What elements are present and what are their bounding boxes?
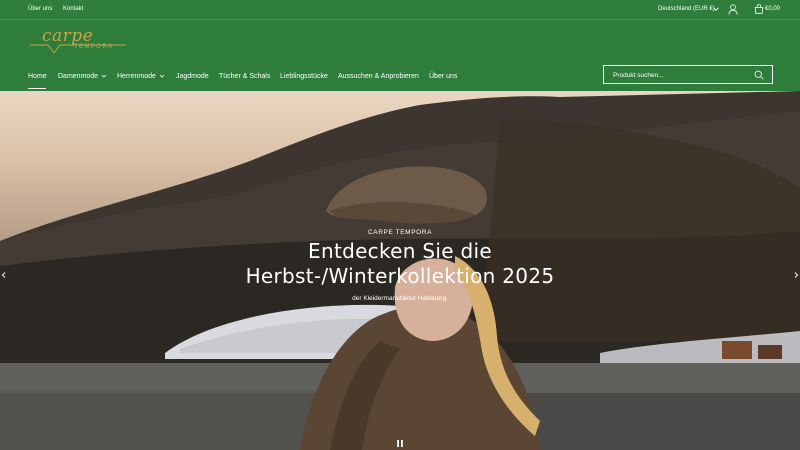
hero-slideshow: CARPE TEMPORA Entdecken Sie die Herbst-/… [0,91,800,450]
nav-lieblingsstuecke[interactable]: Lieblingsstücke [280,73,328,80]
nav-ueber-uns[interactable]: Über uns [429,73,457,80]
search-icon[interactable] [754,70,764,80]
nav-tuecher-schals[interactable]: Tücher & Schals [219,73,270,80]
hero-eyebrow: CARPE TEMPORA [367,229,433,236]
nav-herrenmode-label: Herrenmode [117,73,156,80]
hero-title-line1: Entdecken Sie die [308,239,492,263]
user-icon[interactable] [728,4,738,15]
cart-total: €0,00 [765,6,781,12]
topbar-link-contact[interactable]: Kontakt [63,6,83,12]
nav-home-label: Home [28,73,47,80]
chevron-down-icon[interactable] [712,5,720,13]
hero-title-line2: Herbst-/Winterkollektion 2025 [245,264,555,288]
chevron-down-icon [159,74,165,78]
cart-icon[interactable] [754,4,764,14]
arrow-right-icon[interactable] [792,271,800,279]
nav-jagdmode[interactable]: Jagdmode [176,73,209,80]
topbar-link-about[interactable]: Über uns [28,6,52,12]
arrow-left-icon[interactable] [0,271,8,279]
nav-aussuchen-anprobieren[interactable]: Aussuchen & Anprobieren [338,73,419,80]
logo-subtitle: TEMPORA [74,44,114,50]
nav-herrenmode[interactable]: Herrenmode [117,73,165,80]
nav-home[interactable]: Home [28,73,47,80]
hero-subtitle: der Kleidermanufaktur Habsburg. [352,295,448,302]
search-box[interactable] [603,65,773,84]
top-bar: Über uns Kontakt Deutschland (EUR €) €0,… [0,0,800,20]
search-input[interactable] [613,70,743,80]
nav-damenmode[interactable]: Damenmode [58,73,107,80]
logo[interactable]: carpe TEMPORA [30,26,126,56]
country-selector[interactable]: Deutschland (EUR €) [658,6,715,12]
chevron-down-icon [101,74,107,78]
pause-icon[interactable] [396,439,404,448]
nav-damenmode-label: Damenmode [58,73,99,80]
site-header: carpe TEMPORA Home Damenmode Herrenmode … [0,21,800,91]
nav-active-indicator [28,88,46,89]
